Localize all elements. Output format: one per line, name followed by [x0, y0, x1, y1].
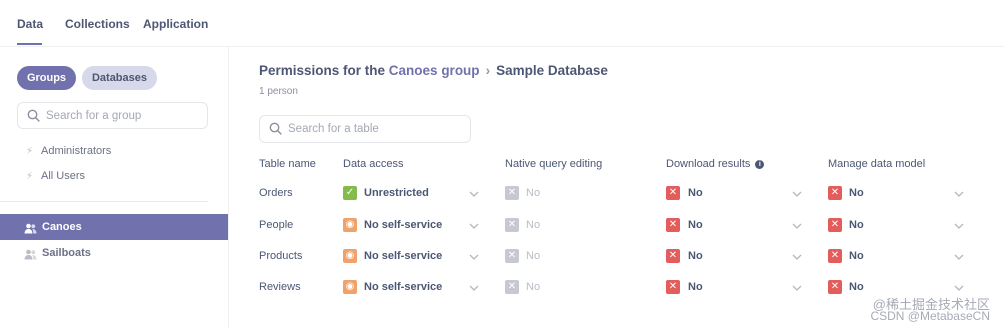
native-query-value: No: [526, 219, 541, 231]
native-query-value: No: [526, 250, 541, 262]
watermark-line-2: CSDN @MetabaseCN: [870, 309, 990, 323]
chevron-down-icon[interactable]: [954, 285, 964, 291]
bolt-icon: ⚡: [26, 146, 34, 157]
sidebar-divider: [0, 201, 208, 202]
users-icon: [24, 221, 37, 239]
group-search-input[interactable]: Search for a group: [17, 102, 208, 129]
close-icon: ✕: [666, 280, 680, 294]
tab-collections[interactable]: Collections: [65, 17, 130, 31]
download-results-value[interactable]: No: [688, 187, 703, 199]
eye-icon: ◉: [343, 218, 357, 232]
chevron-down-icon[interactable]: [469, 285, 479, 291]
eye-icon: ◉: [343, 280, 357, 294]
download-results-value[interactable]: No: [688, 281, 703, 293]
column-header-download-results: Download results i: [666, 158, 765, 170]
column-header-table-name: Table name: [259, 158, 316, 170]
close-icon: ✕: [828, 249, 842, 263]
close-icon: ✕: [666, 218, 680, 232]
tab-application[interactable]: Application: [143, 17, 208, 31]
data-access-value[interactable]: No self-service: [364, 250, 442, 262]
table-name: Products: [259, 250, 303, 262]
chevron-down-icon[interactable]: [954, 191, 964, 197]
sidebar-item-label: Sailboats: [42, 247, 91, 259]
data-access-value[interactable]: No self-service: [364, 281, 442, 293]
group-search-placeholder: Search for a group: [46, 110, 142, 122]
table-name: People: [259, 219, 294, 231]
sidebar: Groups Databases Search for a group ⚡ Adm…: [0, 47, 229, 328]
groups-toggle-button[interactable]: Groups: [17, 66, 76, 90]
chevron-down-icon[interactable]: [792, 285, 802, 291]
info-icon[interactable]: i: [755, 160, 765, 169]
close-icon: ✕: [505, 249, 519, 263]
column-header-data-access: Data access: [343, 158, 404, 170]
column-header-label: Download results: [666, 158, 751, 170]
eye-icon: ◉: [343, 249, 357, 263]
download-results-value[interactable]: No: [688, 250, 703, 262]
close-icon: ✕: [505, 280, 519, 294]
data-access-value[interactable]: No self-service: [364, 219, 442, 231]
manage-data-model-value[interactable]: No: [849, 187, 864, 199]
close-icon: ✕: [505, 218, 519, 232]
member-count: 1 person: [259, 86, 298, 97]
check-icon: ✓: [343, 186, 357, 200]
chevron-down-icon[interactable]: [469, 191, 479, 197]
database-name: Sample Database: [496, 63, 608, 78]
close-icon: ✕: [828, 186, 842, 200]
title-prefix: Permissions for the: [259, 63, 389, 78]
group-name-link[interactable]: Canoes group: [389, 63, 480, 78]
sidebar-item-sailboats[interactable]: Sailboats: [0, 240, 228, 266]
search-icon: [27, 109, 40, 127]
close-icon: ✕: [666, 186, 680, 200]
manage-data-model-value[interactable]: No: [849, 219, 864, 231]
close-icon: ✕: [828, 218, 842, 232]
bolt-icon: ⚡: [26, 171, 34, 182]
chevron-down-icon[interactable]: [954, 223, 964, 229]
manage-data-model-value[interactable]: No: [849, 250, 864, 262]
users-icon: [24, 247, 37, 265]
chevron-down-icon[interactable]: [792, 254, 802, 260]
close-icon: ✕: [666, 249, 680, 263]
sidebar-item-canoes[interactable]: Canoes: [0, 214, 228, 240]
table-name: Orders: [259, 187, 293, 199]
table-name: Reviews: [259, 281, 301, 293]
close-icon: ✕: [828, 280, 842, 294]
chevron-down-icon[interactable]: [792, 191, 802, 197]
table-search-input[interactable]: Search for a table: [259, 115, 471, 143]
chevron-right-icon: ›: [485, 63, 491, 78]
sidebar-item-administrators[interactable]: ⚡ Administrators: [26, 145, 111, 157]
chevron-down-icon[interactable]: [469, 254, 479, 260]
table-search-placeholder: Search for a table: [288, 123, 379, 135]
sidebar-item-all-users[interactable]: ⚡ All Users: [26, 170, 85, 182]
sidebar-item-label: Canoes: [42, 221, 82, 233]
chevron-down-icon[interactable]: [954, 254, 964, 260]
chevron-down-icon[interactable]: [792, 223, 802, 229]
chevron-down-icon[interactable]: [469, 223, 479, 229]
active-tab-indicator: [17, 43, 42, 45]
search-icon: [269, 122, 282, 140]
column-header-manage-data-model: Manage data model: [828, 158, 926, 170]
manage-data-model-value[interactable]: No: [849, 281, 864, 293]
page-title: Permissions for the Canoes group › Sample …: [259, 63, 608, 78]
native-query-value: No: [526, 281, 541, 293]
download-results-value[interactable]: No: [688, 219, 703, 231]
close-icon: ✕: [505, 186, 519, 200]
databases-toggle-button[interactable]: Databases: [82, 66, 157, 90]
data-access-value[interactable]: Unrestricted: [364, 187, 429, 199]
column-header-native-query: Native query editing: [505, 158, 603, 170]
sidebar-item-label: Administrators: [41, 145, 112, 157]
native-query-value: No: [526, 187, 541, 199]
sidebar-item-label: All Users: [41, 170, 86, 182]
tab-data[interactable]: Data: [17, 17, 43, 31]
top-nav: Data Collections Application: [0, 0, 1004, 47]
